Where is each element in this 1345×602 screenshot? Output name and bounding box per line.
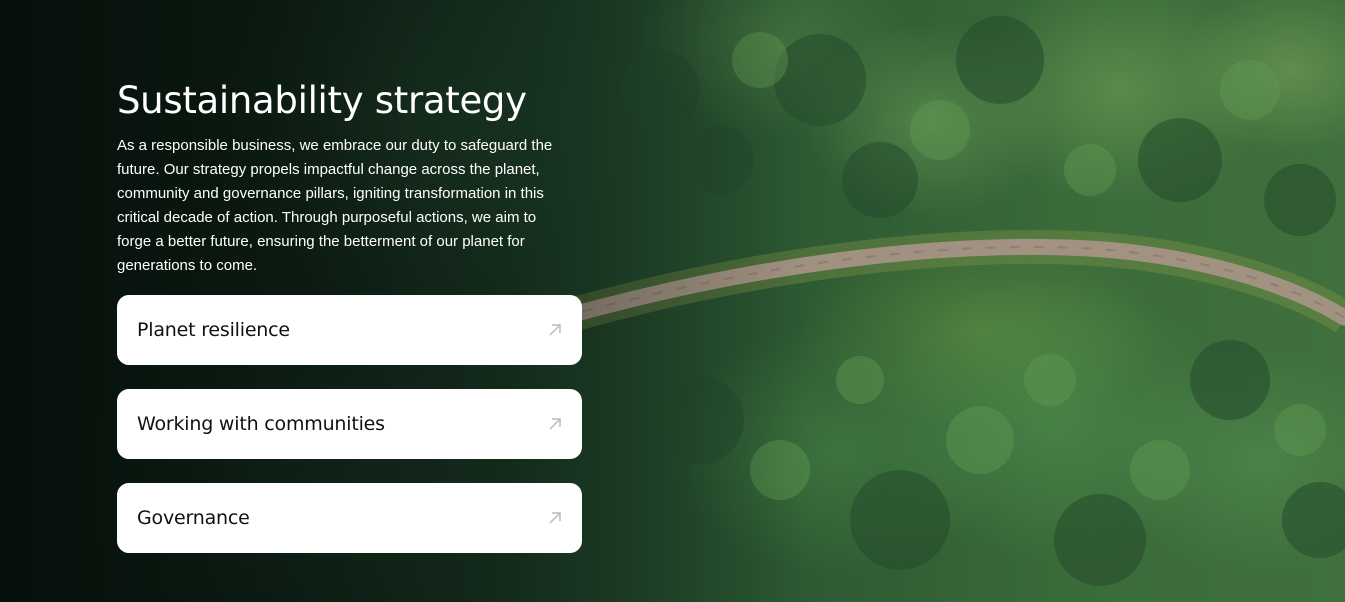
planet-resilience-card[interactable]: Planet resilience — [117, 295, 582, 365]
card-label: Working with communities — [137, 413, 385, 435]
strategy-pillars-list: Planet resilience Working with communiti… — [117, 295, 587, 553]
intro-paragraph: As a responsible business, we embrace ou… — [117, 137, 553, 274]
arrow-up-right-icon — [549, 418, 561, 430]
card-label: Governance — [137, 507, 250, 529]
sustainability-strategy-section: Sustainability strategy As a responsible… — [117, 78, 587, 553]
governance-card[interactable]: Governance — [117, 483, 582, 553]
card-label: Planet resilience — [137, 319, 290, 341]
page-title: Sustainability strategy — [117, 79, 527, 122]
arrow-up-right-icon — [549, 512, 561, 524]
arrow-up-right-icon — [549, 324, 561, 336]
working-with-communities-card[interactable]: Working with communities — [117, 389, 582, 459]
